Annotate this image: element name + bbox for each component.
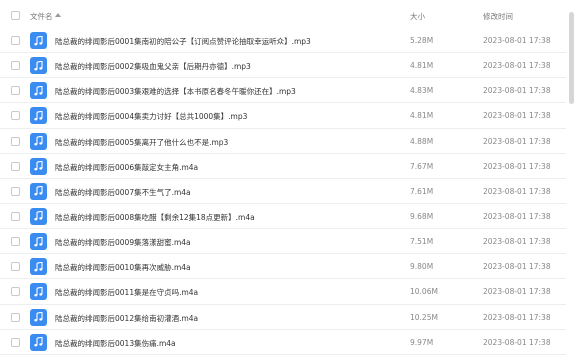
file-rows: 陆总裁的绯闻影后0001集南初的陪公子【订阅点赞评论抽取幸运听众】.mp3 5.2…: [0, 28, 566, 355]
file-name[interactable]: 陆总裁的绯闻影后0010集再次威胁.m4a: [55, 262, 191, 273]
file-list-view: 文件名 大小 修改时间 陆总裁的绯闻影后0001集南初的陪公子【订阅点赞评论抽取…: [0, 0, 576, 356]
row-checkbox[interactable]: [11, 312, 20, 322]
row-checkbox[interactable]: [11, 111, 20, 121]
row-checkbox[interactable]: [11, 211, 20, 221]
audio-file-icon: [30, 308, 47, 326]
file-modified-time: 2023-08-01 17:38: [483, 111, 551, 121]
file-modified-time: 2023-08-01 17:38: [483, 61, 551, 71]
row-checkbox[interactable]: [11, 262, 20, 272]
file-row[interactable]: 陆总裁的绯闻影后0002集吸血鬼父亲【后期丹亦德】.mp3 4.81M 2023-0…: [0, 53, 566, 79]
file-row[interactable]: 陆总裁的绯闻影后0008集吃醋【剩余12集18点更新】.m4a 9.68M 2023…: [0, 204, 566, 230]
audio-file-icon: [30, 32, 47, 49]
audio-file-icon: [30, 107, 47, 125]
file-name[interactable]: 陆总裁的绯闻影后0012集给南初灌酒.m4a: [55, 313, 198, 324]
row-checkbox[interactable]: [11, 86, 20, 96]
file-size: 4.81M: [410, 111, 434, 121]
file-modified-time: 2023-08-01 17:38: [483, 211, 551, 221]
file-name[interactable]: 陆总裁的绯闻影后0002集吸血鬼父亲【后期丹亦德】.mp3: [55, 61, 251, 72]
column-header-size[interactable]: 大小: [410, 11, 425, 22]
file-row[interactable]: 陆总裁的绯闻影后0011集是在守贞吗.m4a 10.06M 2023-08-01 1…: [0, 279, 566, 305]
file-modified-time: 2023-08-01 17:38: [483, 237, 551, 247]
row-checkbox[interactable]: [11, 337, 20, 347]
file-size: 9.68M: [410, 211, 434, 221]
file-name[interactable]: 陆总裁的绯闻影后0004集卖力讨好【总共1000集】.mp3: [55, 111, 247, 122]
file-modified-time: 2023-08-01 17:38: [483, 36, 551, 45]
audio-file-icon: [30, 82, 47, 100]
file-modified-time: 2023-08-01 17:38: [483, 136, 551, 146]
row-checkbox[interactable]: [11, 186, 20, 196]
file-row[interactable]: 陆总裁的绯闻影后0010集再次威胁.m4a 9.80M 2023-08-01 17:…: [0, 254, 566, 280]
audio-file-icon: [30, 132, 47, 150]
file-modified-time: 2023-08-01 17:38: [483, 262, 551, 272]
file-size: 10.06M: [410, 287, 438, 297]
audio-file-icon: [30, 157, 47, 175]
sort-ascending-icon[interactable]: [55, 13, 61, 17]
file-size: 4.83M: [410, 86, 434, 96]
vertical-scrollbar[interactable]: [569, 0, 574, 356]
row-checkbox[interactable]: [11, 61, 20, 71]
file-name[interactable]: 陆总裁的绯闻影后0013集伤痛.m4a: [55, 338, 176, 349]
file-name[interactable]: 陆总裁的绯闻影后0008集吃醋【剩余12集18点更新】.m4a: [55, 212, 255, 223]
file-row[interactable]: 陆总裁的绯闻影后0007集不生气了.m4a 7.61M 2023-08-01 17:…: [0, 179, 566, 204]
row-checkbox[interactable]: [11, 237, 20, 247]
file-row[interactable]: 陆总裁的绯闻影后0005集离开了他什么也不是.mp3 4.88M 2023-08-0…: [0, 129, 566, 154]
file-size: 9.97M: [410, 337, 434, 347]
audio-file-icon: [30, 333, 47, 351]
audio-file-icon: [30, 57, 47, 75]
file-size: 5.28M: [410, 36, 434, 45]
row-checkbox[interactable]: [11, 161, 20, 171]
file-modified-time: 2023-08-01 17:38: [483, 86, 551, 96]
audio-file-icon: [30, 283, 47, 301]
file-row[interactable]: 陆总裁的绯闻影后0013集伤痛.m4a 9.97M 2023-08-01 17:38: [0, 330, 566, 355]
file-modified-time: 2023-08-01 17:38: [483, 161, 551, 171]
file-name[interactable]: 陆总裁的绯闻影后0003集艰难的选择【本书原名春冬午暖你还在】.mp3: [55, 86, 296, 97]
row-checkbox[interactable]: [11, 36, 20, 45]
file-row[interactable]: 陆总裁的绯闻影后0004集卖力讨好【总共1000集】.mp3 4.81M 2023-…: [0, 103, 566, 129]
audio-file-icon: [30, 182, 47, 200]
file-row[interactable]: 陆总裁的绯闻影后0009集落漾甜蜜.m4a 7.51M 2023-08-01 17:…: [0, 229, 566, 255]
file-modified-time: 2023-08-01 17:38: [483, 337, 551, 347]
audio-file-icon: [30, 258, 47, 276]
column-header-name[interactable]: 文件名: [30, 11, 53, 22]
file-modified-time: 2023-08-01 17:38: [483, 287, 551, 297]
file-size: 4.81M: [410, 61, 434, 71]
file-name[interactable]: 陆总裁的绯闻影后0005集离开了他什么也不是.mp3: [55, 137, 228, 148]
file-size: 10.25M: [410, 312, 438, 322]
audio-file-icon: [30, 207, 47, 225]
row-checkbox[interactable]: [11, 136, 20, 146]
select-all-checkbox[interactable]: [11, 11, 20, 20]
file-row[interactable]: 陆总裁的绯闻影后0001集南初的陪公子【订阅点赞评论抽取幸运听众】.mp3 5.2…: [0, 28, 566, 54]
file-name[interactable]: 陆总裁的绯闻影后0001集南初的陪公子【订阅点赞评论抽取幸运听众】.mp3: [55, 36, 311, 47]
file-row[interactable]: 陆总裁的绯闻影后0012集给南初灌酒.m4a 10.25M 2023-08-01 1…: [0, 305, 566, 330]
column-header-modified-time[interactable]: 修改时间: [483, 11, 513, 22]
file-name[interactable]: 陆总裁的绯闻影后0007集不生气了.m4a: [55, 187, 191, 198]
file-size: 4.88M: [410, 136, 434, 146]
file-name[interactable]: 陆总裁的绯闻影后0006集敲定女主角.m4a: [55, 162, 198, 173]
file-size: 9.80M: [410, 262, 434, 272]
file-name[interactable]: 陆总裁的绯闻影后0011集是在守贞吗.m4a: [55, 287, 198, 298]
row-checkbox[interactable]: [11, 287, 20, 297]
file-modified-time: 2023-08-01 17:38: [483, 312, 551, 322]
file-size: 7.67M: [410, 161, 434, 171]
file-row[interactable]: 陆总裁的绯闻影后0003集艰难的选择【本书原名春冬午暖你还在】.mp3 4.83M…: [0, 78, 566, 104]
file-name[interactable]: 陆总裁的绯闻影后0009集落漾甜蜜.m4a: [55, 237, 191, 248]
audio-file-icon: [30, 233, 47, 251]
file-modified-time: 2023-08-01 17:38: [483, 186, 551, 196]
file-size: 7.61M: [410, 186, 434, 196]
file-size: 7.51M: [410, 237, 434, 247]
scrollbar-thumb[interactable]: [569, 12, 574, 104]
file-row[interactable]: 陆总裁的绯闻影后0006集敲定女主角.m4a 7.67M 2023-08-01 17…: [0, 154, 566, 179]
